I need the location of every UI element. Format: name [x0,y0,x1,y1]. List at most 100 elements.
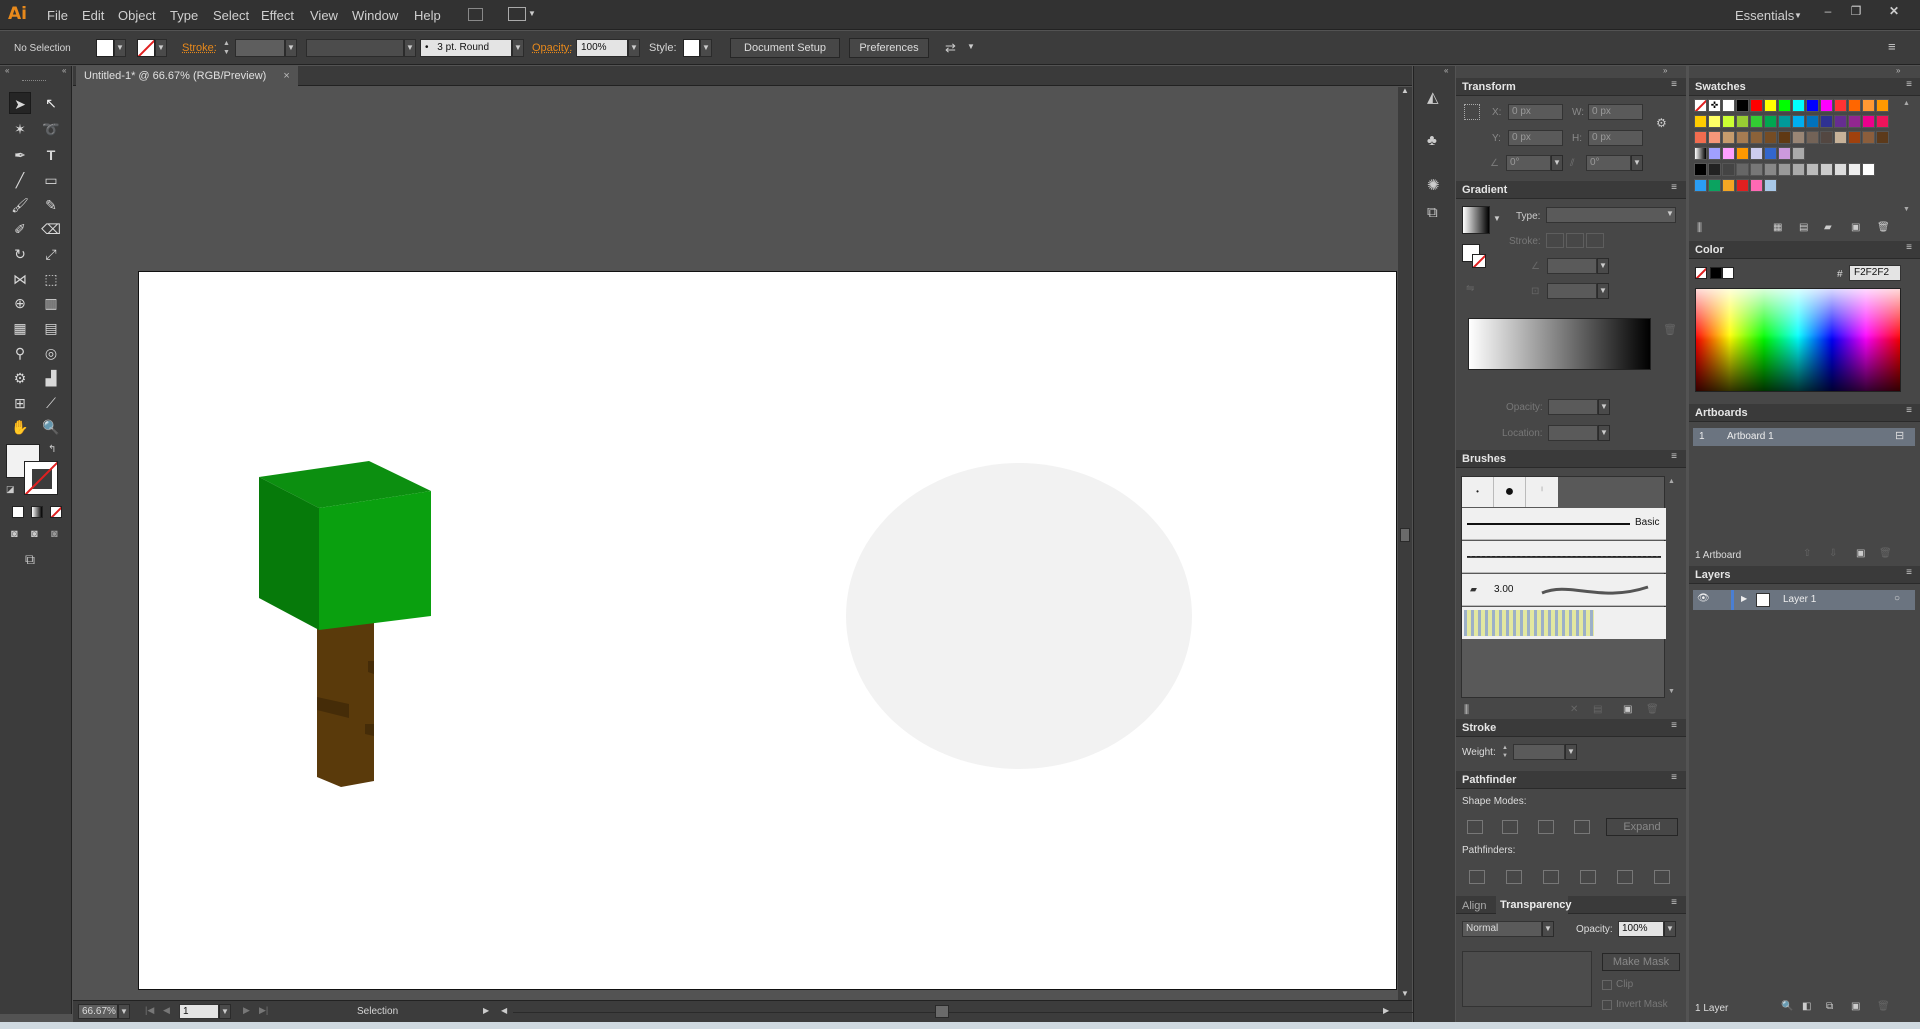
swatch-chip[interactable] [1736,163,1749,176]
swatch-chip[interactable] [1722,147,1735,160]
collapse-col1-icon[interactable]: » [1663,66,1667,75]
variable-width-profile[interactable] [306,39,404,57]
artboard-options-icon[interactable]: ⊟ [1895,429,1904,442]
scale-tool-icon[interactable]: ⤢ [40,243,62,265]
gradient-stroke-box[interactable] [1472,254,1486,268]
constrain-proportions-icon[interactable]: ⚙ [1656,116,1667,130]
layers-panel-menu-icon[interactable]: ≡ [1901,567,1917,583]
symbols-panel-icon[interactable]: ♣ [1427,132,1437,149]
selection-tool-icon[interactable]: ➤ [9,92,31,114]
variable-width-dropdown-icon[interactable]: ▼ [404,39,416,57]
swatch-chip[interactable] [1764,99,1777,112]
rectangle-tool-icon[interactable]: ▭ [40,169,62,191]
gradient-opacity-dropdown-icon[interactable]: ▼ [1598,399,1610,415]
gradient-slider[interactable] [1468,318,1651,370]
move-artboard-down-icon[interactable]: ⇩ [1829,548,1837,559]
swatch-chip[interactable] [1764,147,1777,160]
apply-gradient-within-stroke-icon[interactable] [1546,233,1564,248]
collapse-toolbar-icon-right[interactable]: « [62,66,66,75]
swatch-chip[interactable] [1778,147,1791,160]
horizontal-scroll-thumb[interactable] [935,1005,949,1018]
stroke-panel-header[interactable]: Stroke [1456,719,1686,737]
gradient-location-dropdown-icon[interactable]: ▼ [1598,425,1610,441]
unite-icon[interactable] [1467,820,1483,834]
toolbar-grip[interactable] [22,80,46,82]
gradient-angle-field[interactable] [1547,258,1597,274]
transform-panel-menu-icon[interactable]: ≡ [1666,79,1682,95]
swatch-chip[interactable] [1862,163,1875,176]
transform-panel-header[interactable]: Transform [1456,78,1686,96]
swatch-chip[interactable] [1736,131,1749,144]
delete-layer-icon[interactable]: 🗑 [1877,1001,1890,1012]
type-tool-icon[interactable]: T [40,144,62,166]
color-spectrum[interactable] [1695,288,1901,392]
swatch-chip[interactable] [1876,131,1889,144]
gradient-panel-menu-icon[interactable]: ≡ [1666,182,1682,198]
swatch-chip[interactable] [1736,115,1749,128]
swatch-chip[interactable]: ✜ [1708,99,1721,112]
stroke-panel-weight-stepper[interactable]: ▲ ▼ [1502,744,1511,760]
previous-artboard-icon[interactable]: ◀ [163,1005,170,1016]
transform-w-field[interactable]: 0 px [1588,104,1643,120]
blob-brush-tool-icon[interactable]: ✐ [9,218,31,240]
gradient-aspect-field[interactable] [1547,283,1597,299]
make-mask-button[interactable]: Make Mask [1602,953,1680,971]
stroke-weight-dropdown-icon[interactable]: ▼ [285,39,297,57]
menu-file[interactable]: File [47,8,68,23]
artboard[interactable] [138,271,1397,990]
gradient-preview-swatch[interactable] [1462,206,1490,234]
swatch-options-icon[interactable]: ▤ [1799,222,1808,233]
rotate-angle-field[interactable]: 0° [1506,155,1551,171]
swatch-chip[interactable] [1694,99,1707,112]
trim-icon[interactable] [1506,870,1522,884]
artboard-number-field[interactable]: 1 [179,1004,219,1019]
gradient-location-field[interactable] [1548,425,1598,441]
swatch-chip[interactable] [1834,163,1847,176]
swatch-chip[interactable] [1750,179,1763,192]
swatch-chip[interactable] [1862,99,1875,112]
width-tool-icon[interactable]: ⋈ [9,268,31,290]
brushes-scroll-up-icon[interactable]: ▲ [1668,478,1675,485]
swatches-panel-header[interactable]: Swatches [1689,78,1920,96]
stroke-color-box[interactable] [24,461,58,495]
vertical-scrollbar[interactable]: ▲ ▼ [1398,86,1412,1000]
shear-angle-field[interactable]: 0° [1586,155,1631,171]
brushes-panel-header[interactable]: Brushes [1456,450,1686,468]
transform-h-field[interactable]: 0 px [1588,130,1643,146]
line-segment-tool-icon[interactable]: ╱ [9,169,31,191]
outline-icon[interactable] [1617,870,1633,884]
eraser-tool-icon[interactable]: ⌫ [40,218,62,240]
menu-edit[interactable]: Edit [82,8,104,23]
swatch-chip[interactable] [1778,99,1791,112]
bridge-icon[interactable] [468,8,483,21]
slice-tool-icon[interactable]: ⟋ [40,392,62,414]
minus-back-icon[interactable] [1654,870,1670,884]
tab-transparency[interactable]: Transparency [1496,896,1572,914]
collapse-toolbar-icon[interactable]: « [5,66,9,75]
blend-mode-dropdown-icon[interactable]: ▼ [1542,921,1554,937]
locate-object-icon[interactable]: 🔍 [1781,1001,1793,1012]
make-clipping-mask-icon[interactable]: ◧ [1802,1001,1811,1012]
paintbrush-tool-icon[interactable]: 🖌 [9,194,31,216]
draw-inside-icon[interactable]: ◙ [51,528,58,540]
reference-point-icon[interactable] [1464,104,1480,120]
layers-panel-header[interactable]: Layers [1689,566,1920,584]
gradient-tool-icon[interactable]: ▤ [40,317,62,339]
menu-type[interactable]: Type [170,8,198,23]
style-dropdown-icon[interactable]: ▼ [700,39,712,57]
gradient-mode-icon[interactable] [31,506,43,518]
swatch-chip[interactable] [1792,115,1805,128]
opacity-label[interactable]: Opacity: [532,42,572,54]
swatch-chip[interactable] [1862,115,1875,128]
swatch-chip[interactable] [1764,131,1777,144]
menu-effect[interactable]: Effect [261,8,294,23]
swatch-chip[interactable] [1806,131,1819,144]
mesh-tool-icon[interactable]: ▦ [9,317,31,339]
swatch-chip[interactable] [1708,131,1721,144]
collapse-iconstrip-icon[interactable]: « [1444,66,1448,75]
color-panel-header[interactable]: Color [1689,241,1920,259]
graphic-styles-panel-icon[interactable]: ⧉ [1427,204,1438,221]
appearance-panel-icon[interactable]: ✺ [1427,176,1440,194]
stroke-panel-weight-dropdown-icon[interactable]: ▼ [1565,744,1577,760]
vertical-scroll-thumb[interactable] [1400,528,1410,542]
